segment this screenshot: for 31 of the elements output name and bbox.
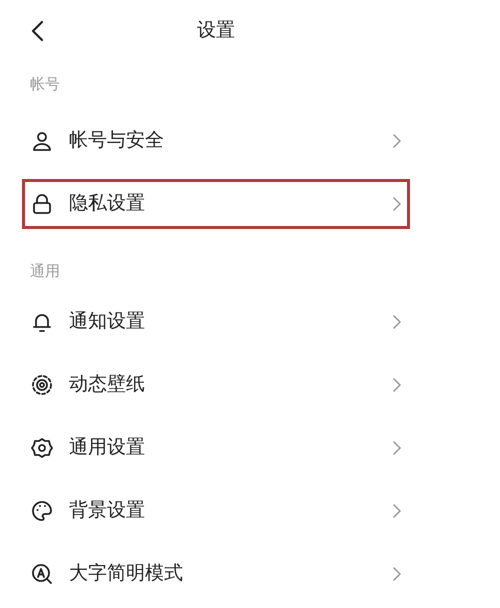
section-title: 通用 <box>30 260 60 282</box>
font-size-icon <box>31 562 53 584</box>
settings-item[interactable]: 通知设置 <box>22 296 410 346</box>
chevron-right-icon <box>393 196 401 210</box>
settings-item[interactable]: 帐号与安全 <box>22 116 410 166</box>
item-label: 背景设置 <box>69 498 146 524</box>
item-label: 通知设置 <box>69 309 146 334</box>
item-label: 隐私设置 <box>69 191 146 216</box>
wallpaper-icon <box>31 374 53 396</box>
page-title: 设置 <box>197 18 235 43</box>
item-label: 动态壁纸 <box>69 372 146 398</box>
chevron-right-icon <box>393 566 401 580</box>
item-label: 通用设置 <box>69 435 146 460</box>
back-icon[interactable] <box>30 20 44 42</box>
chevron-right-icon <box>393 504 401 518</box>
chevron-right-icon <box>393 134 401 148</box>
chevron-right-icon <box>393 378 401 392</box>
palette-icon <box>31 500 53 522</box>
person-icon <box>31 130 53 152</box>
settings-item[interactable]: 隐私设置 <box>22 178 410 228</box>
chevron-right-icon <box>393 314 401 328</box>
item-label: 帐号与安全 <box>69 128 165 154</box>
settings-item[interactable]: 大字简明模式 <box>22 548 410 598</box>
settings-item[interactable]: 背景设置 <box>22 486 410 536</box>
section-title: 帐号 <box>30 74 60 96</box>
lock-icon <box>31 192 53 214</box>
settings-icon <box>31 436 53 458</box>
item-label: 大字简明模式 <box>69 561 184 586</box>
chevron-right-icon <box>393 440 401 454</box>
settings-item[interactable]: 通用设置 <box>22 422 410 472</box>
settings-item[interactable]: 动态壁纸 <box>22 360 410 410</box>
